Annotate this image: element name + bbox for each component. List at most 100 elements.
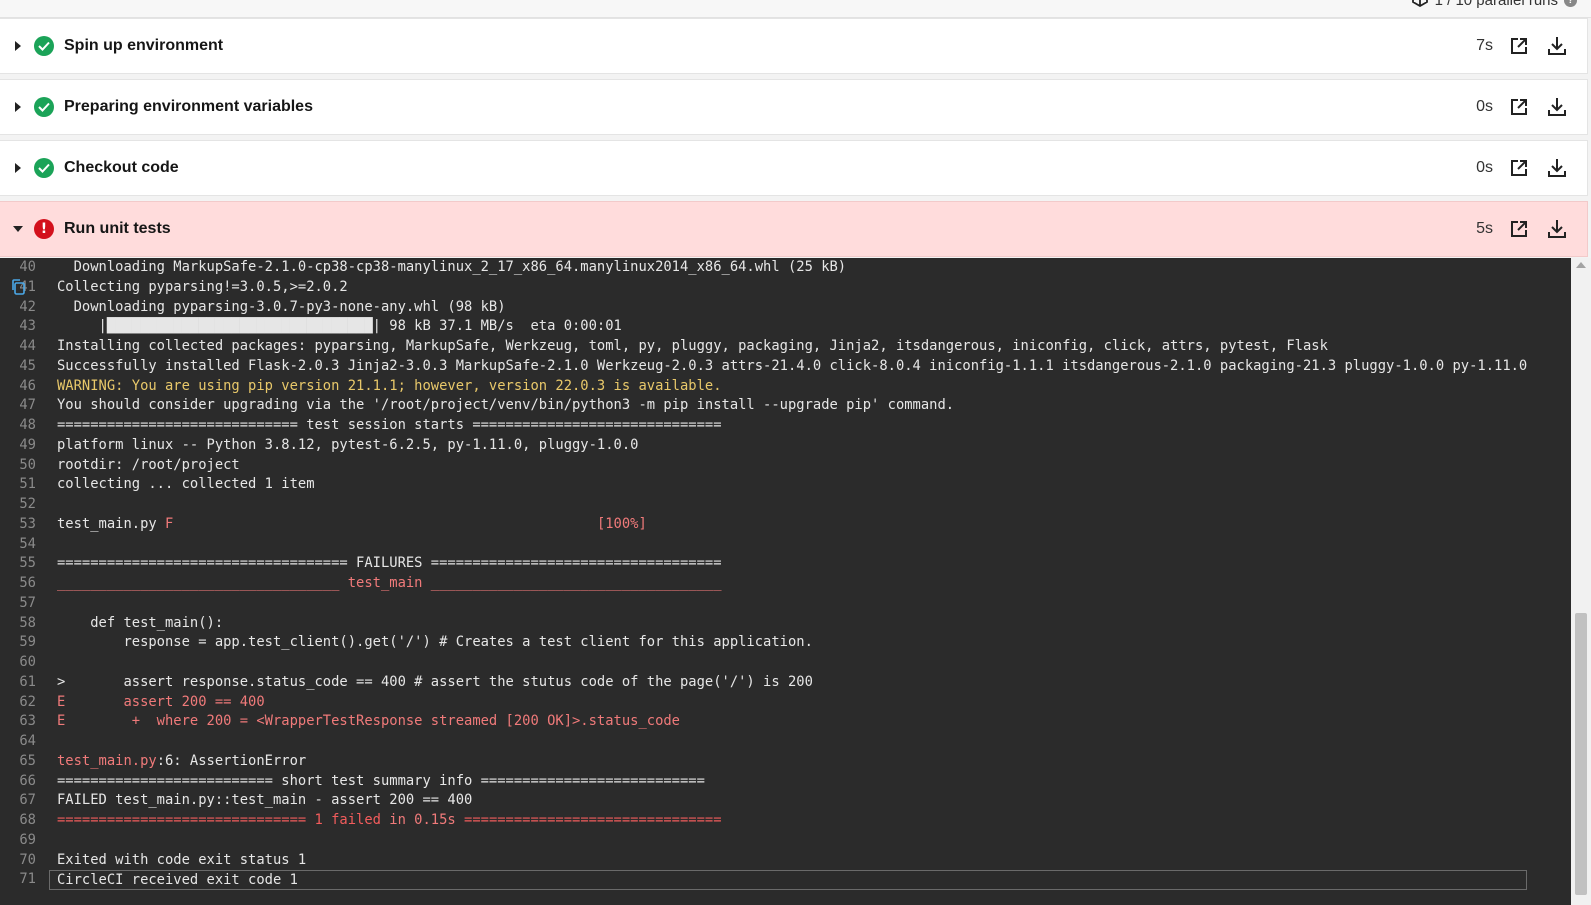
line-segment: test_main.py [57,515,165,532]
line-text: CircleCI received exit code 1 [49,870,1527,891]
copy-icon[interactable] [10,278,26,296]
line-number: 53 [19,515,36,532]
download-icon[interactable] [1545,217,1569,241]
line-number: 54 [19,535,36,552]
log-line: 58 def test_main(): [0,614,1548,634]
log-line: 60 [0,653,1548,673]
log-line: 68 ============================== 1 faile… [0,811,1548,831]
line-segment: ========================== short test su… [57,772,705,789]
external-link-icon[interactable] [1507,95,1531,119]
log-line: 59 response = app.test_client().get('/')… [0,633,1548,653]
line-segment: platform linux -- Python 3.8.12, pytest-… [57,436,639,453]
log-line: 42 Downloading pyparsing-3.0.7-py3-none-… [0,298,1548,318]
line-segment: E assert 200 == 400 [57,693,265,710]
log-line: 50 rootdir: /root/project [0,456,1548,476]
line-text: platform linux -- Python 3.8.12, pytest-… [57,436,638,456]
caret-right-icon[interactable] [12,102,24,112]
download-icon[interactable] [1545,95,1569,119]
line-text: FAILED test_main.py::test_main - assert … [57,791,472,811]
line-segment: collecting ... collected 1 item [57,476,315,493]
line-number: 42 [19,298,36,315]
line-segment: __________________________________ test_… [57,575,722,591]
line-number: 62 [19,693,36,710]
line-text: > assert response.status_code == 400 # a… [57,673,813,693]
line-segment: response = app.test_client().get('/') # … [57,634,813,651]
line-segment: :6: AssertionError [156,752,307,769]
line-number: 47 [19,397,36,414]
line-number: 66 [19,772,36,789]
step-preparing-environment-variables[interactable]: Preparing environment variables 0s [0,79,1588,135]
external-link-icon[interactable] [1507,156,1531,180]
parallel-runs-indicator[interactable]: 1 / 10 parallel runs ? [1411,0,1577,9]
step-run-unit-tests[interactable]: ! Run unit tests 5s [0,201,1588,257]
line-text: Downloading pyparsing-3.0.7-py3-none-any… [57,298,506,318]
cube-icon [1411,0,1429,11]
log-line: 41 Collecting pyparsing!=3.0.5,>=2.0.2 [0,278,1548,298]
line-text: WARNING: You are using pip version 21.1.… [57,377,722,397]
log-lines: 40 Downloading MarkupSafe-2.1.0-cp38-cp3… [0,258,1548,891]
line-number: 40 [19,259,36,275]
log-line: 55 =================================== FA… [0,554,1548,574]
external-link-icon[interactable] [1507,34,1531,58]
log-line: 44 Installing collected packages: pyparsi… [0,337,1548,357]
line-number: 65 [19,752,36,769]
log-line: 63 E + where 200 = <WrapperTestResponse s… [0,712,1548,732]
caret-down-icon[interactable] [12,225,24,233]
line-number: 58 [19,614,36,631]
step-spin-up-environment[interactable]: Spin up environment 7s [0,18,1588,74]
download-icon[interactable] [1545,34,1569,58]
log-line: 65 test_main.py:6: AssertionError [0,752,1548,772]
log-line: 57 [0,594,1548,614]
line-text: test_main.py F [100%] [57,515,647,535]
line-number: 51 [19,476,36,493]
log-line: 53 test_main.py F [100%] [0,515,1548,535]
line-number: 52 [19,496,36,512]
log-line: 45 Successfully installed Flask-2.0.3 Jin… [0,357,1548,377]
caret-right-icon[interactable] [12,163,24,173]
line-text: Exited with code exit status 1 [57,851,306,871]
check-circle-icon [34,158,54,178]
line-number: 44 [19,338,36,354]
log-line: 48 ============================= test ses… [0,416,1548,436]
line-text: Collecting pyparsing!=3.0.5,>=2.0.2 [57,278,348,298]
line-text: Downloading MarkupSafe-2.1.0-cp38-cp38-m… [57,258,847,278]
log-line: 51 collecting ... collected 1 item [0,475,1548,495]
log-line: 43 |████████████████████████████████| 98… [0,317,1548,337]
download-icon[interactable] [1545,156,1569,180]
step-checkout-code[interactable]: Checkout code 0s [0,140,1588,196]
line-text: =================================== FAIL… [57,554,722,574]
line-number: 64 [19,733,36,749]
line-number: 50 [19,456,36,473]
line-segment: Installing collected packages: pyparsing… [57,338,1328,354]
line-text: rootdir: /root/project [57,456,240,476]
line-number: 43 [19,318,36,335]
step-duration: 0s [1476,159,1493,176]
log-scrollbar[interactable] [1571,258,1591,905]
log-line: 69 [0,831,1548,851]
line-segment: test_main.py [57,752,157,769]
top-bar: 1 / 10 parallel runs ? [0,0,1591,18]
line-segment: FAILED test_main.py::test_main - assert … [57,792,473,809]
line-text: E + where 200 = <WrapperTestResponse str… [57,712,680,732]
line-text: test_main.py:6: AssertionError [57,752,306,772]
line-number: 68 [19,812,36,828]
job-page: 1 / 10 parallel runs ? Spin up environme… [0,0,1591,905]
line-segment: rootdir: /root/project [57,456,240,473]
log-output[interactable]: 40 Downloading MarkupSafe-2.1.0-cp38-cp3… [0,258,1591,905]
line-text: |████████████████████████████████| 98 kB… [57,317,622,337]
caret-right-icon[interactable] [12,41,24,51]
help-icon[interactable]: ? [1564,0,1577,7]
log-line: 46 WARNING: You are using pip version 21.… [0,377,1548,397]
scrollbar-thumb[interactable] [1575,613,1587,895]
exclamation-circle-icon: ! [34,219,54,239]
external-link-icon[interactable] [1507,217,1531,241]
line-segment: Collecting pyparsing!=3.0.5,>=2.0.2 [57,278,348,295]
scroll-up-icon[interactable] [1576,262,1586,268]
line-text: E assert 200 == 400 [57,693,265,713]
log-line: 64 [0,732,1548,752]
line-number: 63 [19,713,36,730]
line-segment: in 0.15s [380,812,456,828]
line-number: 59 [19,634,36,651]
log-line: 70 Exited with code exit status 1 [0,851,1548,871]
line-number: 45 [19,357,36,374]
